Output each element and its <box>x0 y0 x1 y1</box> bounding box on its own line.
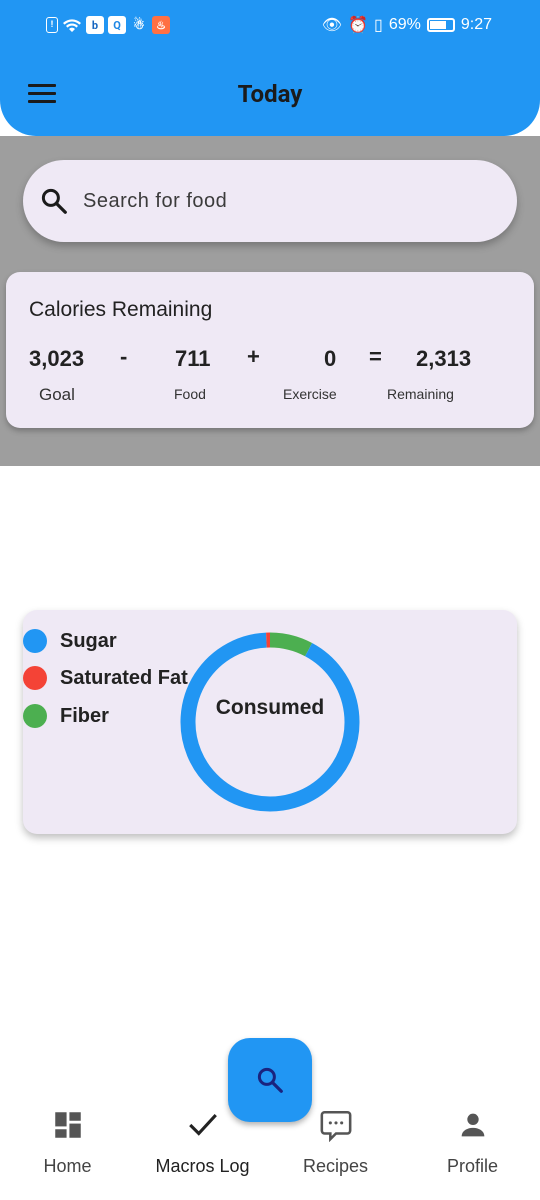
legend-item-sugar: Sugar <box>23 629 117 653</box>
search-bar[interactable] <box>23 160 517 242</box>
search-icon <box>41 188 67 214</box>
goal-label: Goal <box>39 385 75 404</box>
nav-label: Home <box>43 1156 92 1176</box>
page-title: Today <box>237 80 303 108</box>
donut-center-label: Consumed <box>215 696 325 719</box>
nav-label: Recipes <box>302 1156 369 1176</box>
legend-item-fiber: Fiber <box>23 704 109 728</box>
plus-sign: + <box>247 344 260 369</box>
fire-app-icon: ♨ <box>152 16 170 34</box>
goal-value: 3,023 <box>29 346 85 371</box>
person-icon <box>461 1113 484 1137</box>
legend-item-saturated-fat: Saturated Fat <box>23 666 188 690</box>
equals-sign: = <box>369 344 382 369</box>
bot-app-icon: ☃ <box>133 17 145 33</box>
clock: 9:27 <box>460 16 492 33</box>
donut-slice-fiber <box>269 632 313 657</box>
legend-label: Saturated Fat <box>60 666 188 689</box>
nav-item-macros-log[interactable]: Macros Log <box>135 1092 270 1200</box>
exercise-value: 0 <box>324 346 337 371</box>
eye-icon: 👁 <box>321 17 343 34</box>
food-label: Food <box>174 386 206 402</box>
notification-icon: ! <box>46 17 58 33</box>
legend-label: Fiber <box>60 704 109 727</box>
macros-card: Sugar Saturated Fat Fiber Consumed <box>23 610 517 834</box>
nav-item-profile[interactable]: Profile <box>405 1092 540 1200</box>
alarm-icon: ⏰ <box>348 17 369 34</box>
remaining-label: Remaining <box>387 386 454 402</box>
exercise-label: Exercise <box>283 386 337 402</box>
vibrate-icon: ▯ <box>374 17 383 34</box>
legend-dot <box>23 666 47 690</box>
wifi-icon <box>63 19 81 32</box>
status-icons-left: ! b Q ☃ ♨ <box>46 16 170 34</box>
bottom-nav: Home Macros Log Recipes Profile <box>0 1092 540 1200</box>
q-app-icon: Q <box>108 16 126 34</box>
b-app-icon: b <box>86 16 104 34</box>
battery-percent: 69% <box>388 16 421 33</box>
legend-dot <box>23 704 47 728</box>
legend-dot <box>23 629 47 653</box>
calories-title: Calories Remaining <box>29 298 213 321</box>
food-value: 711 <box>175 346 211 371</box>
legend-label: Sugar <box>60 629 117 652</box>
calories-card: Calories Remaining 3,023 - 711 + 0 = 2,3… <box>6 272 534 428</box>
search-input[interactable] <box>83 189 463 213</box>
check-icon <box>188 1114 217 1136</box>
search-icon <box>257 1067 283 1093</box>
minus-sign: - <box>120 344 128 369</box>
app-bar: ! b Q ☃ ♨ 👁 ⏰ ▯ 69% 9:27 Today <box>0 0 540 136</box>
nav-label: Macros Log <box>155 1156 250 1176</box>
status-icons-right: 👁 ⏰ ▯ 69% 9:27 <box>322 15 492 35</box>
remaining-value: 2,313 <box>416 346 472 371</box>
macros-donut-chart <box>180 632 360 812</box>
status-bar: ! b Q ☃ ♨ 👁 ⏰ ▯ 69% 9:27 <box>0 0 540 52</box>
nav-label: Profile <box>446 1156 499 1176</box>
dashboard-icon <box>54 1112 81 1138</box>
chat-icon <box>320 1110 351 1142</box>
battery-icon <box>426 18 455 32</box>
donut-slice-sugar <box>180 632 360 812</box>
nav-item-home[interactable]: Home <box>0 1092 135 1200</box>
nav-item-recipes[interactable]: Recipes <box>268 1092 403 1200</box>
